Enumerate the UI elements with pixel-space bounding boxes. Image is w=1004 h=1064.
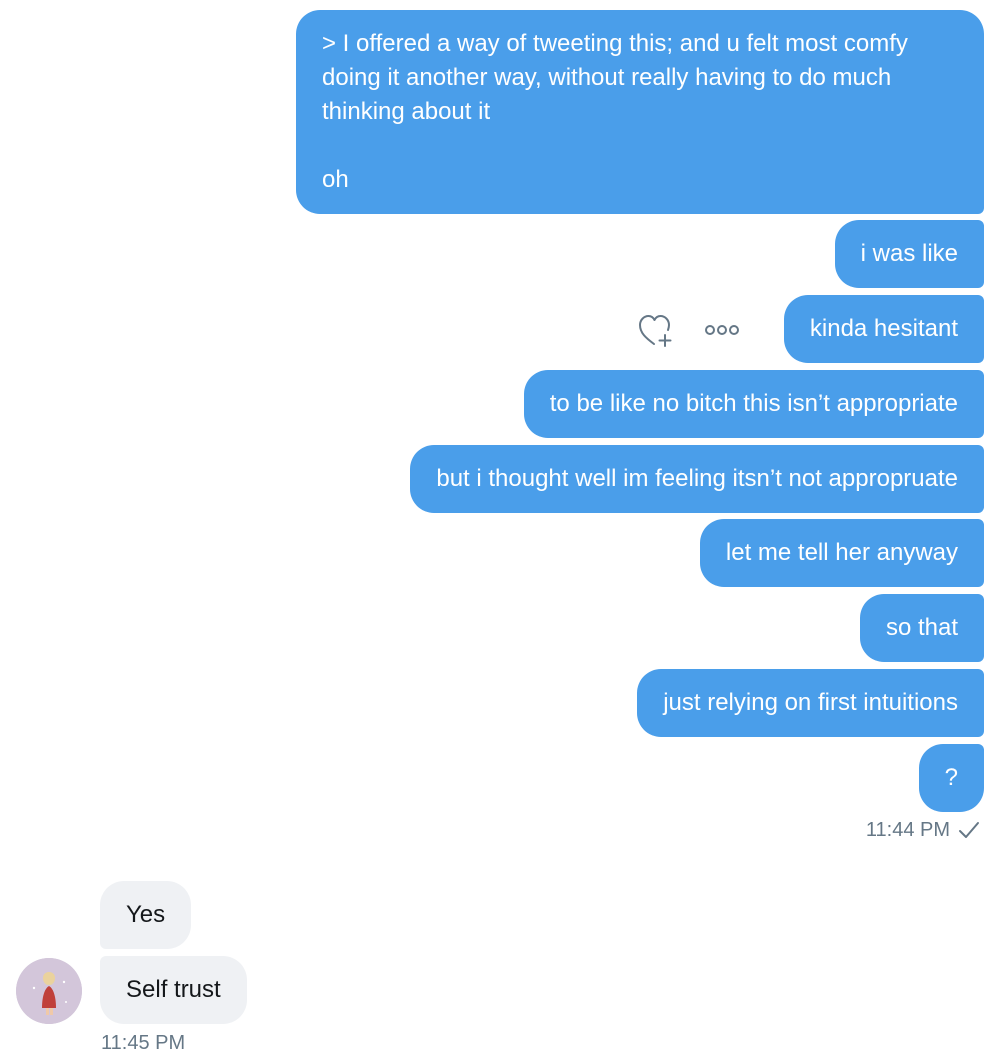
sent-message[interactable]: i was like	[834, 220, 984, 288]
message-text: just relying on first intuitions	[663, 689, 958, 716]
sent-message[interactable]: ?	[918, 744, 984, 812]
message-text: ?	[944, 764, 958, 791]
react-button[interactable]	[636, 312, 676, 348]
message-text: but i thought well im feeling itsn’t not…	[436, 465, 958, 492]
sent-message[interactable]: to be like no bitch this isn’t appropria…	[523, 370, 984, 438]
sent-message[interactable]: let me tell her anyway	[699, 519, 984, 587]
avatar-image	[16, 958, 82, 1024]
sent-message[interactable]: just relying on first intuitions	[637, 669, 984, 737]
sent-message[interactable]: so that	[859, 594, 984, 662]
message-text: oh	[322, 166, 349, 193]
avatar[interactable]	[16, 958, 82, 1024]
message-text: to be like no bitch this isn’t appropria…	[549, 390, 958, 417]
heart-plus-icon	[639, 315, 672, 347]
message-text: > I offered a way of tweeting this; and …	[322, 30, 908, 125]
more-dots-icon	[705, 325, 739, 335]
checkmark-icon	[959, 822, 979, 838]
sent-timestamp: 11:44 PM	[866, 818, 980, 842]
message-gap	[322, 129, 958, 163]
timestamp-text: 11:44 PM	[865, 819, 950, 841]
sent-message-quote[interactable]: > I offered a way of tweeting this; and …	[296, 10, 984, 214]
message-text: Self trust	[126, 976, 221, 1003]
received-message[interactable]: Yes	[100, 881, 192, 949]
received-timestamp: 11:45 PM	[101, 1031, 185, 1055]
message-text: i was like	[860, 240, 958, 267]
sent-message[interactable]: but i thought well im feeling itsn’t not…	[410, 445, 984, 513]
more-button[interactable]	[702, 312, 742, 348]
message-text: Yes	[126, 901, 166, 928]
sent-message[interactable]: kinda hesitant	[783, 295, 984, 363]
message-actions	[636, 312, 742, 348]
received-message[interactable]: Self trust	[100, 956, 247, 1024]
message-text: so that	[885, 614, 958, 641]
timestamp-text: 11:45 PM	[101, 1032, 186, 1054]
message-text: kinda hesitant	[809, 315, 958, 342]
message-text: let me tell her anyway	[725, 539, 958, 566]
